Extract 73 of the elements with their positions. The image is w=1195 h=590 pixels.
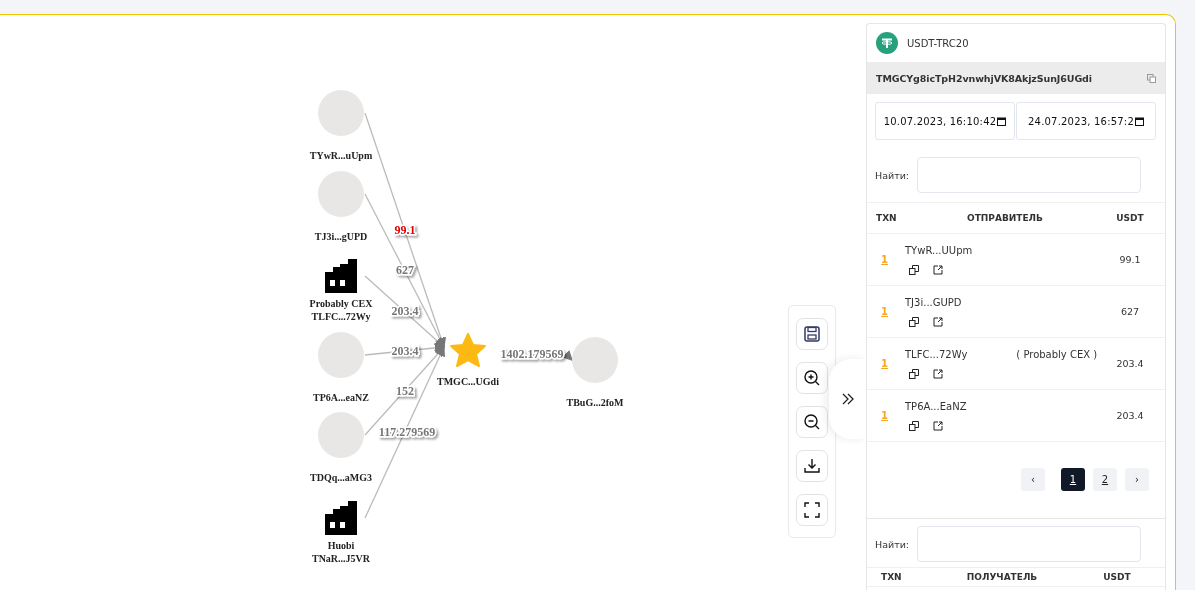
amount-cell-text: 99.1 bbox=[1118, 254, 1142, 265]
search-label: Найти: bbox=[875, 169, 910, 181]
edge-label: 117.279569 bbox=[378, 425, 436, 439]
amount-cell-text: 203.4 bbox=[1115, 358, 1145, 369]
date-field[interactable]: 10.07.2023, 16:10:42 bbox=[875, 102, 1015, 140]
copy-icon[interactable] bbox=[909, 316, 919, 327]
page-button[interactable]: 2 bbox=[1093, 468, 1117, 491]
node-label: TDQq...aMG3 bbox=[310, 472, 372, 483]
calendar-icon bbox=[997, 116, 1007, 126]
search-field[interactable] bbox=[917, 526, 1142, 562]
node-label: Huobi TNaR...J5VR bbox=[311, 540, 371, 564]
wallet-node[interactable] bbox=[318, 332, 364, 378]
column-header: ПОЛУЧАТЕЛЬ bbox=[965, 572, 1039, 582]
save-button[interactable] bbox=[796, 318, 828, 350]
zoom-in-button[interactable] bbox=[796, 362, 828, 394]
zoom-out-icon bbox=[803, 413, 821, 431]
edge-label: 99.1 bbox=[394, 223, 416, 237]
node-label: TYwR...uUpm bbox=[309, 150, 373, 161]
external-link-icon[interactable] bbox=[933, 368, 943, 379]
page-button[interactable]: 1 bbox=[1061, 468, 1085, 491]
edge-label: 203.4 bbox=[391, 304, 419, 318]
factory-icon[interactable] bbox=[325, 259, 357, 293]
node-label: TP6A...eaNZ bbox=[313, 392, 369, 403]
edge-arrow bbox=[561, 349, 573, 361]
zoom-in-icon bbox=[803, 369, 821, 387]
node-label: TBuG...2foM bbox=[566, 397, 624, 408]
previous-page-button[interactable]: ‹ bbox=[1021, 468, 1045, 491]
token-icon bbox=[876, 32, 898, 54]
sender-address: TYwR...UUpm bbox=[905, 244, 973, 256]
edge-label: 152 bbox=[396, 384, 414, 398]
download-icon bbox=[803, 457, 821, 475]
sender-address: TLFC...72Wy bbox=[905, 348, 968, 360]
node-label: TJ3i...gUPD bbox=[314, 231, 368, 242]
search-label: Найти: bbox=[875, 538, 910, 550]
date-field[interactable]: 24.07.2023, 16:57:2 bbox=[1016, 102, 1156, 140]
column-header: TXN bbox=[880, 572, 903, 582]
column-header: TXN bbox=[875, 213, 898, 223]
calendar-icon bbox=[1135, 116, 1144, 126]
double-chevron-icon bbox=[840, 392, 855, 406]
external-link-icon[interactable] bbox=[933, 420, 943, 431]
next-page-button[interactable]: › bbox=[1125, 468, 1149, 491]
wallet-node[interactable] bbox=[318, 412, 364, 458]
column-header: ОТПРАВИТЕЛЬ bbox=[966, 213, 1044, 223]
sender-address: TP6A...EaNZ bbox=[905, 400, 967, 412]
edge-label: 1402.179569 bbox=[500, 347, 564, 361]
floppy-icon bbox=[803, 325, 821, 343]
amount-cell-text: 627 bbox=[1119, 306, 1141, 317]
fullscreen-button[interactable] bbox=[796, 494, 828, 526]
sender-address: TJ3i...GUPD bbox=[905, 296, 962, 308]
edge-label: 203.4 bbox=[391, 344, 419, 358]
token-name: USDT-TRC20 bbox=[907, 37, 969, 49]
wallet-node[interactable] bbox=[318, 171, 364, 217]
fullscreen-icon bbox=[803, 501, 821, 519]
download-button[interactable] bbox=[796, 450, 828, 482]
entity-tag: ( Probably CEX ) bbox=[1016, 348, 1098, 360]
external-link-icon[interactable] bbox=[933, 264, 943, 275]
node-label: Probably CEX TLFC...72Wy bbox=[309, 298, 373, 322]
wallet-node[interactable] bbox=[572, 337, 618, 383]
zoom-out-button[interactable] bbox=[796, 406, 828, 438]
copy-icon[interactable] bbox=[909, 264, 919, 275]
copy-icon[interactable] bbox=[909, 368, 919, 379]
wallet-address: TMGCYg8icTpH2vnwhjVK8AkjzSunJ6UGdi bbox=[876, 72, 1092, 84]
node-label: TMGC...UGdi bbox=[437, 376, 499, 387]
amount-cell-text: 203.4 bbox=[1115, 410, 1145, 421]
wallet-node[interactable] bbox=[318, 90, 364, 136]
external-link-icon[interactable] bbox=[933, 316, 943, 327]
column-header: USDT bbox=[1115, 213, 1145, 223]
star-icon[interactable] bbox=[450, 333, 486, 367]
search-field[interactable] bbox=[917, 157, 1142, 193]
column-header: USDT bbox=[1102, 572, 1132, 582]
copy-icon[interactable] bbox=[909, 420, 919, 431]
factory-icon[interactable] bbox=[325, 501, 357, 535]
edge-label: 627 bbox=[396, 263, 414, 277]
